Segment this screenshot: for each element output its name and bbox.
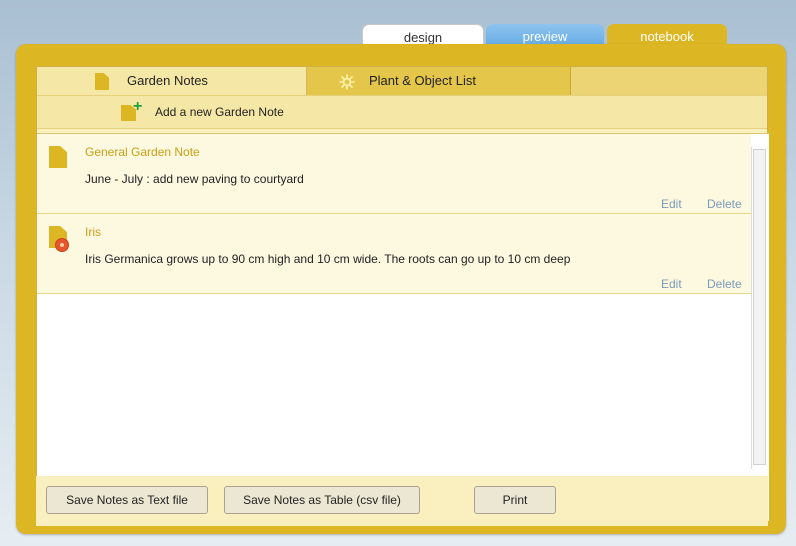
list-item: General Garden Note June - July : add ne…: [37, 134, 751, 214]
print-button[interactable]: Print: [474, 486, 556, 514]
note-title: Iris: [85, 225, 101, 239]
tab-plant-object-list[interactable]: Plant & Object List: [307, 67, 571, 95]
tab-plant-object-list-label: Plant & Object List: [369, 73, 476, 88]
sun-icon: [339, 74, 355, 90]
vertical-scrollbar[interactable]: [751, 147, 767, 469]
add-note-bar: + Add a new Garden Note: [37, 95, 767, 129]
tab-garden-notes[interactable]: Garden Notes: [37, 67, 307, 95]
add-note-link[interactable]: Add a new Garden Note: [155, 105, 284, 119]
save-notes-csv-button[interactable]: Save Notes as Table (csv file): [224, 486, 420, 514]
edit-link[interactable]: Edit: [661, 197, 682, 211]
notes-list: General Garden Note June - July : add ne…: [37, 133, 769, 521]
note-body: Iris Germanica grows up to 90 cm high an…: [85, 252, 571, 266]
flower-badge-icon: [55, 238, 69, 252]
plus-icon: +: [133, 98, 143, 115]
tab-garden-notes-label: Garden Notes: [127, 73, 208, 88]
add-note-icon[interactable]: +: [121, 99, 142, 122]
delete-link[interactable]: Delete: [707, 197, 742, 211]
edit-link[interactable]: Edit: [661, 277, 682, 291]
note-document-icon: [49, 146, 67, 168]
footer-toolbar: Save Notes as Text file Save Notes as Ta…: [36, 476, 768, 526]
list-item: Iris Iris Germanica grows up to 90 cm hi…: [37, 214, 751, 294]
save-notes-text-button[interactable]: Save Notes as Text file: [46, 486, 208, 514]
note-title: General Garden Note: [85, 145, 200, 159]
tab-bar-filler: [571, 67, 767, 95]
note-body: June - July : add new paving to courtyar…: [85, 172, 304, 186]
delete-link[interactable]: Delete: [707, 277, 742, 291]
scrollbar-thumb[interactable]: [753, 149, 766, 465]
note-document-icon: [95, 73, 109, 90]
notebook-panel: Garden Notes Plant & Object List + Add a…: [36, 66, 769, 524]
